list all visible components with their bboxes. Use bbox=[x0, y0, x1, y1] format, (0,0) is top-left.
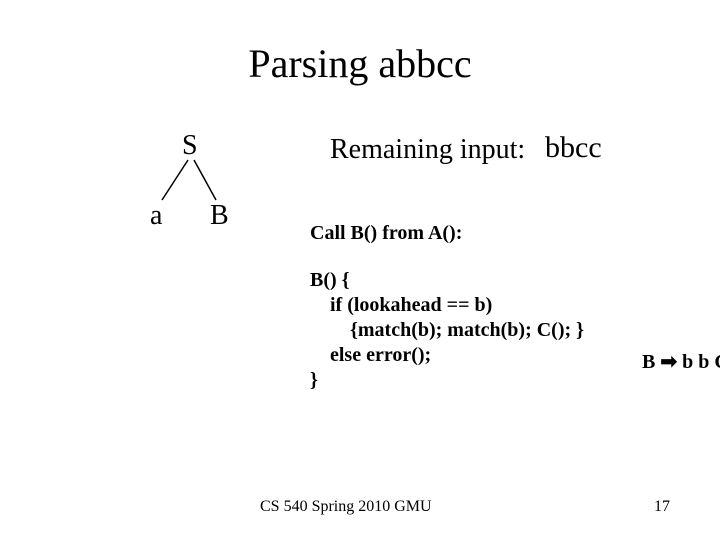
remaining-input-label: Remaining input: bbox=[330, 134, 525, 166]
code-block: B() { if (lookahead == b) {match(b); mat… bbox=[310, 268, 584, 393]
footer-text: CS 540 Spring 2010 GMU bbox=[260, 498, 432, 516]
tree-edges bbox=[158, 158, 228, 202]
page-number: 17 bbox=[654, 498, 670, 516]
parse-tree: S a B bbox=[150, 130, 270, 240]
rule-rhs: b b C bbox=[677, 351, 720, 373]
grammar-rule: B ➡ b b C bbox=[622, 326, 720, 397]
slide: Parsing abbcc S a B Remaining input: bbc… bbox=[0, 0, 720, 540]
remaining-input-value: bbcc bbox=[545, 131, 602, 165]
tree-node-b: B bbox=[210, 200, 229, 232]
arrow-icon: ➡ bbox=[660, 351, 677, 373]
tree-node-a: a bbox=[150, 200, 162, 232]
rule-lhs: B bbox=[642, 351, 660, 373]
page-title: Parsing abbcc bbox=[0, 40, 720, 87]
call-text: Call B() from A(): bbox=[310, 222, 462, 245]
